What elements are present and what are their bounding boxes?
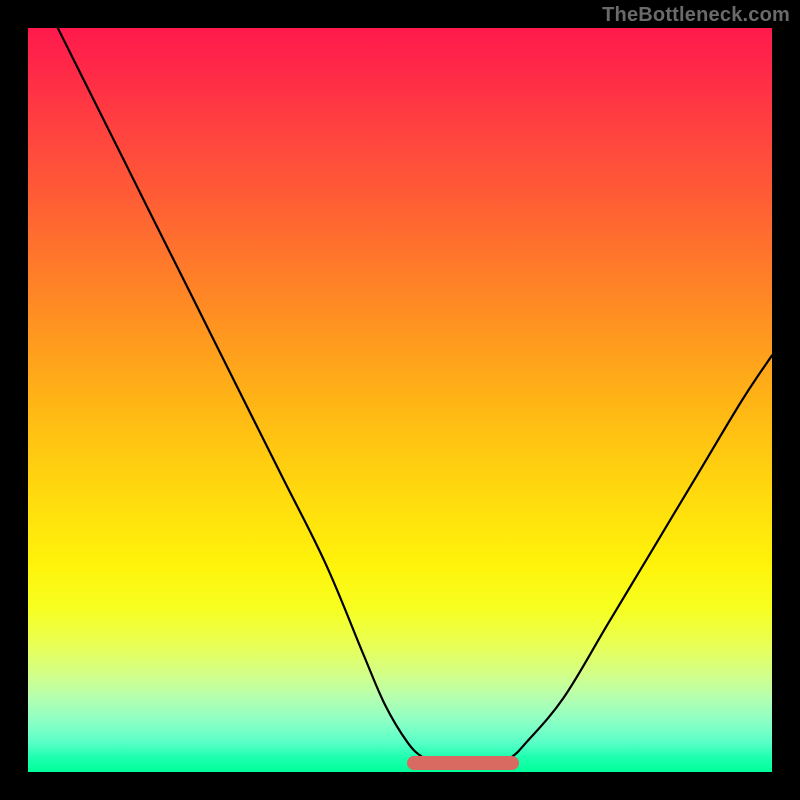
optimal-range-marker	[407, 756, 519, 770]
watermark-text: TheBottleneck.com	[602, 4, 790, 27]
plot-area	[28, 28, 772, 772]
chart-frame: TheBottleneck.com	[0, 0, 800, 800]
bottleneck-curve	[28, 28, 772, 772]
